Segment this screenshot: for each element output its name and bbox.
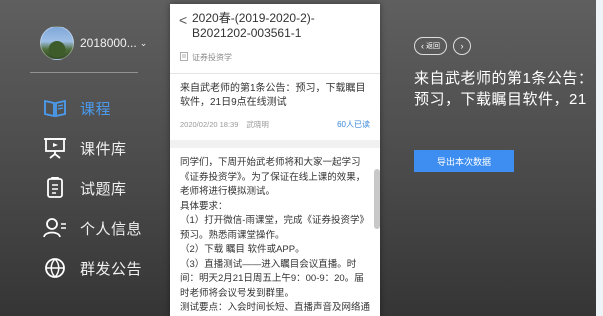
export-data-button[interactable]: 导出本次数据: [414, 150, 514, 172]
chevron-right-icon: ›: [460, 41, 464, 51]
course-tag-row: 证券投资学: [180, 51, 370, 63]
scrollbar[interactable]: [374, 169, 380, 229]
back-chevron-icon[interactable]: <: [179, 12, 187, 28]
sidebar-item-courseware[interactable]: 课件库: [0, 128, 150, 168]
course-icon: [42, 97, 68, 119]
preview-title: 来自武老师的第1条公告：预习，下载瞩目软件，21: [414, 70, 594, 108]
pager: ‹ 返回 ›: [414, 37, 471, 55]
course-tag: 证券投资学: [192, 52, 232, 62]
notice-author: 武晓明: [246, 119, 269, 129]
notice-header: 来自武老师的第1条公告：预习，下载瞩目软件，21日9点在线测试 2020/02/…: [170, 74, 380, 130]
sidebar-item-label: 试题库: [80, 180, 127, 198]
sidebar-item-question-bank[interactable]: 试题库: [0, 168, 150, 208]
sidebar-item-label: 群发公告: [80, 260, 143, 278]
user-menu[interactable]: 2018000... ⌄: [40, 26, 147, 60]
username-text: 2018000...: [80, 36, 137, 50]
sidebar-item-personal-info[interactable]: 个人信息: [0, 208, 150, 248]
username[interactable]: 2018000... ⌄: [80, 36, 147, 50]
sidebar-item-label: 课件库: [80, 140, 127, 158]
sidebar-item-label: 个人信息: [80, 220, 143, 238]
broadcast-icon: [42, 257, 68, 279]
personal-info-icon: [42, 217, 68, 239]
back-button-label: 返回: [426, 43, 440, 50]
sidebar-nav: 课程 课件库 试题库 个人信息 群发公告: [0, 88, 150, 288]
notice-title: 来自武老师的第1条公告：预习，下载瞩目软件，21日9点在线测试: [180, 83, 366, 108]
back-button[interactable]: ‹ 返回: [414, 37, 447, 55]
notice-detail-panel: < 2020春-(2019-2020-2)-B2021202-003561-1 …: [170, 4, 380, 316]
courseware-icon: [42, 137, 68, 159]
sidebar-item-broadcast[interactable]: 群发公告: [0, 248, 150, 288]
window-edge: [596, 0, 603, 316]
sidebar: 2018000... ⌄ 课程 课件库 试题库 个人信息 群发公告: [0, 0, 150, 316]
notice-date: 2020/02/20 18:39: [180, 119, 239, 129]
sidebar-item-label: 课程: [80, 100, 112, 118]
avatar[interactable]: [40, 26, 74, 60]
sidebar-divider: [30, 72, 138, 73]
question-bank-icon: [42, 177, 68, 199]
notice-body: 同学们，下周开始武老师将和大家一起学习《证券投资学》。为了保证在线上课的效果，老…: [180, 157, 371, 313]
document-icon: [180, 51, 188, 63]
next-button[interactable]: ›: [453, 37, 471, 55]
panel-header: < 2020春-(2019-2020-2)-B2021202-003561-1 …: [170, 4, 380, 63]
section-gap: [170, 140, 380, 148]
course-title: 2020春-(2019-2020-2)-B2021202-003561-1: [192, 11, 315, 40]
read-count-link[interactable]: 60人已读: [337, 119, 370, 130]
notice-meta: 2020/02/20 18:39 武晓明 60人已读: [180, 118, 370, 130]
chevron-left-icon: ‹: [421, 41, 424, 51]
chevron-down-icon[interactable]: ⌄: [140, 38, 148, 49]
sidebar-item-course[interactable]: 课程: [0, 88, 150, 128]
